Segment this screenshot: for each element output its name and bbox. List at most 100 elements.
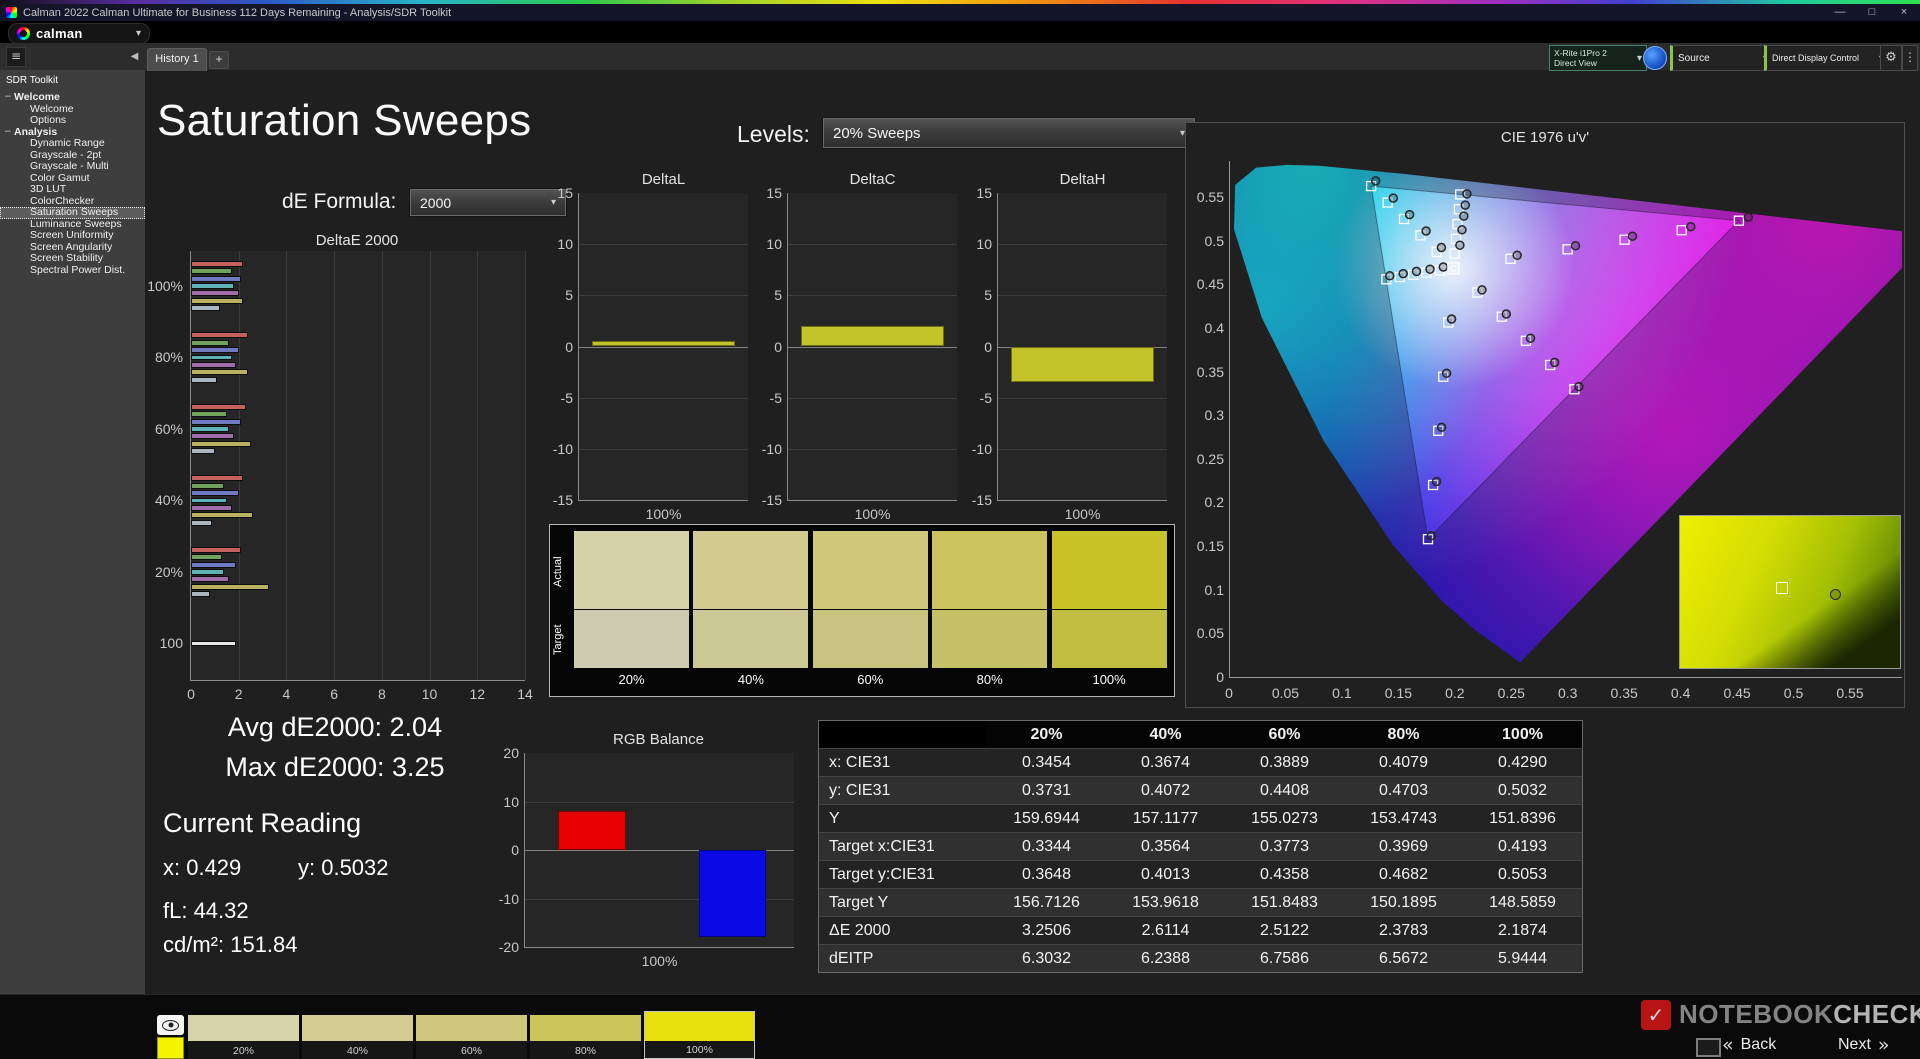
y-tick-label: 0.05	[1196, 625, 1224, 642]
measured-marker	[1525, 333, 1536, 343]
y-tick-label: -5	[560, 389, 573, 406]
y-tick-label: 15	[976, 185, 992, 201]
tab-history-1[interactable]: History 1	[147, 48, 207, 71]
levels-dropdown[interactable]: 20% Sweeps ▾	[822, 117, 1196, 149]
sidebar-item-3d-lut[interactable]: 3D LUT	[0, 183, 145, 196]
measured-marker	[1627, 231, 1638, 241]
x-tick-label: 0.3	[1557, 685, 1578, 701]
measured-marker	[1441, 368, 1452, 378]
grid-line	[477, 251, 479, 680]
tile-swatch	[188, 1015, 299, 1041]
level-tile-20[interactable]: 20%	[188, 1015, 299, 1059]
sidebar-item-screen-stability[interactable]: Screen Stability	[0, 252, 145, 265]
table-column-header: 80%	[1387, 725, 1420, 743]
sidebar-item-spectral-power-dist[interactable]: Spectral Power Dist.	[0, 263, 145, 277]
measured-marker	[1455, 240, 1465, 250]
sidebar-item-label: Spectral Power Dist.	[30, 263, 126, 276]
workflow-menu-icon[interactable]: ≡	[6, 47, 26, 67]
tree-expander-icon[interactable]: −	[4, 92, 14, 104]
calman-logo-text: calman	[36, 26, 83, 41]
current-color-tile[interactable]	[157, 1037, 184, 1059]
table-cell: 151.8483	[1251, 893, 1318, 911]
x-tick-label: 14	[517, 686, 533, 702]
measured-marker	[1460, 200, 1471, 210]
level-tile-40[interactable]: 40%	[302, 1015, 413, 1059]
sidebar-item-options[interactable]: Options	[0, 114, 145, 127]
table-row-label: Target x:CIE31	[829, 837, 935, 855]
source-dropdown[interactable]: Source ▾	[1670, 45, 1774, 71]
measured-marker	[1388, 193, 1399, 203]
settings-gear-icon[interactable]: ⚙	[1880, 45, 1902, 71]
table-cell: 153.9618	[1132, 893, 1199, 911]
meter-status-icon[interactable]	[1643, 46, 1667, 70]
y-tick-label: -5	[769, 389, 782, 406]
tree-expander-icon[interactable]: −	[4, 127, 14, 139]
table-cell: 157.1177	[1132, 809, 1199, 827]
target-swatch	[932, 610, 1048, 668]
minimize-button[interactable]: —	[1824, 4, 1856, 21]
de-bar	[191, 561, 237, 568]
de-bar	[191, 640, 237, 647]
x-tick-label: 0.15	[1384, 685, 1412, 701]
display-control-dropdown[interactable]: Direct Display Control ▾	[1764, 45, 1890, 71]
measured-marker	[1743, 212, 1754, 222]
measured-marker	[1436, 422, 1447, 433]
swatch-level-label: 20%	[618, 672, 645, 687]
x-axis-label: 100%	[641, 953, 678, 969]
deltae-chart-title: DeltaE 2000	[315, 232, 399, 249]
level-tile-60[interactable]: 60%	[416, 1015, 527, 1059]
y-tick-label: 0.45	[1196, 276, 1224, 293]
table-cell: 3.2506	[1022, 921, 1071, 939]
next-button[interactable]: Next »	[1838, 1033, 1890, 1057]
de-bar	[191, 275, 242, 282]
sidebar-item-welcome[interactable]: − Welcome	[0, 91, 145, 104]
table-cell: 6.5672	[1379, 949, 1428, 967]
maximize-button[interactable]: □	[1856, 4, 1888, 21]
table-cell: 2.1874	[1498, 921, 1547, 939]
table-cell: 0.4193	[1498, 837, 1547, 855]
page-title: Saturation Sweeps	[157, 96, 532, 145]
swatch-level-label: 80%	[976, 672, 1003, 687]
close-button[interactable]: ×	[1888, 4, 1920, 21]
sidebar-collapse-icon[interactable]: ◀	[127, 48, 142, 65]
sidebar-item-dynamic-range[interactable]: Dynamic Range	[0, 137, 145, 150]
meter-dropdown[interactable]: X-Rite i1Pro 2 Direct View ▾	[1549, 45, 1647, 71]
table-cell: 0.5053	[1498, 865, 1547, 883]
cie-chart-title: CIE 1976 u'v'	[1500, 129, 1590, 146]
tile-swatch	[416, 1015, 527, 1041]
notebookcheck-logo-icon: ✓	[1641, 999, 1671, 1030]
add-tab-button[interactable]: +	[209, 51, 229, 69]
sidebar-item-grayscale-multi[interactable]: Grayscale - Multi	[0, 160, 145, 173]
chevron-down-icon: ▾	[135, 28, 141, 39]
level-tile-80[interactable]: 80%	[530, 1015, 641, 1059]
de-bar	[191, 418, 242, 425]
grid-line	[788, 295, 957, 297]
more-options-icon[interactable]: ⋮	[1902, 45, 1918, 71]
capture-icon[interactable]	[1696, 1038, 1721, 1057]
watermark-text-notebook: NOTEBOOK	[1679, 999, 1834, 1029]
meter-label: X-Rite i1Pro 2 Direct View	[1554, 48, 1607, 68]
sidebar-item-saturation-sweeps[interactable]: Saturation Sweeps	[0, 206, 145, 219]
sidebar-item-label: Saturation Sweeps	[30, 206, 119, 218]
measured-marker	[1398, 268, 1408, 279]
sidebar-header: SDR Toolkit	[6, 75, 59, 86]
sidebar-item-color-gamut[interactable]: Color Gamut	[0, 172, 145, 185]
table-column-header: 20%	[1030, 725, 1063, 743]
sidebar-item-welcome[interactable]: Welcome	[0, 103, 145, 116]
back-button[interactable]: « Back	[1722, 1033, 1776, 1057]
measured-marker	[1438, 262, 1449, 272]
chart-title: DeltaL	[641, 171, 686, 188]
table-cell: 0.3889	[1260, 753, 1309, 771]
sidebar-item-screen-uniformity[interactable]: Screen Uniformity	[0, 229, 145, 242]
grid-line	[788, 448, 957, 450]
current-x: x: 0.429	[163, 855, 242, 880]
table-row: x: CIE31 0.3454 0.3674 0.3889 0.4079 0.4290	[819, 749, 1582, 777]
level-tile-100[interactable]: 100%	[644, 1011, 755, 1059]
workflow-tree: − Welcome Welcome Options − Analysis Dynamic R…	[0, 91, 145, 277]
tile-label: 40%	[346, 1045, 368, 1057]
swatch-level-label: 60%	[857, 672, 884, 687]
target-row-label: Target	[552, 624, 564, 655]
table-cell: 6.3032	[1022, 949, 1071, 967]
preview-eye-tile[interactable]	[157, 1015, 184, 1035]
calman-menu-button[interactable]: calman ▾	[8, 23, 150, 44]
